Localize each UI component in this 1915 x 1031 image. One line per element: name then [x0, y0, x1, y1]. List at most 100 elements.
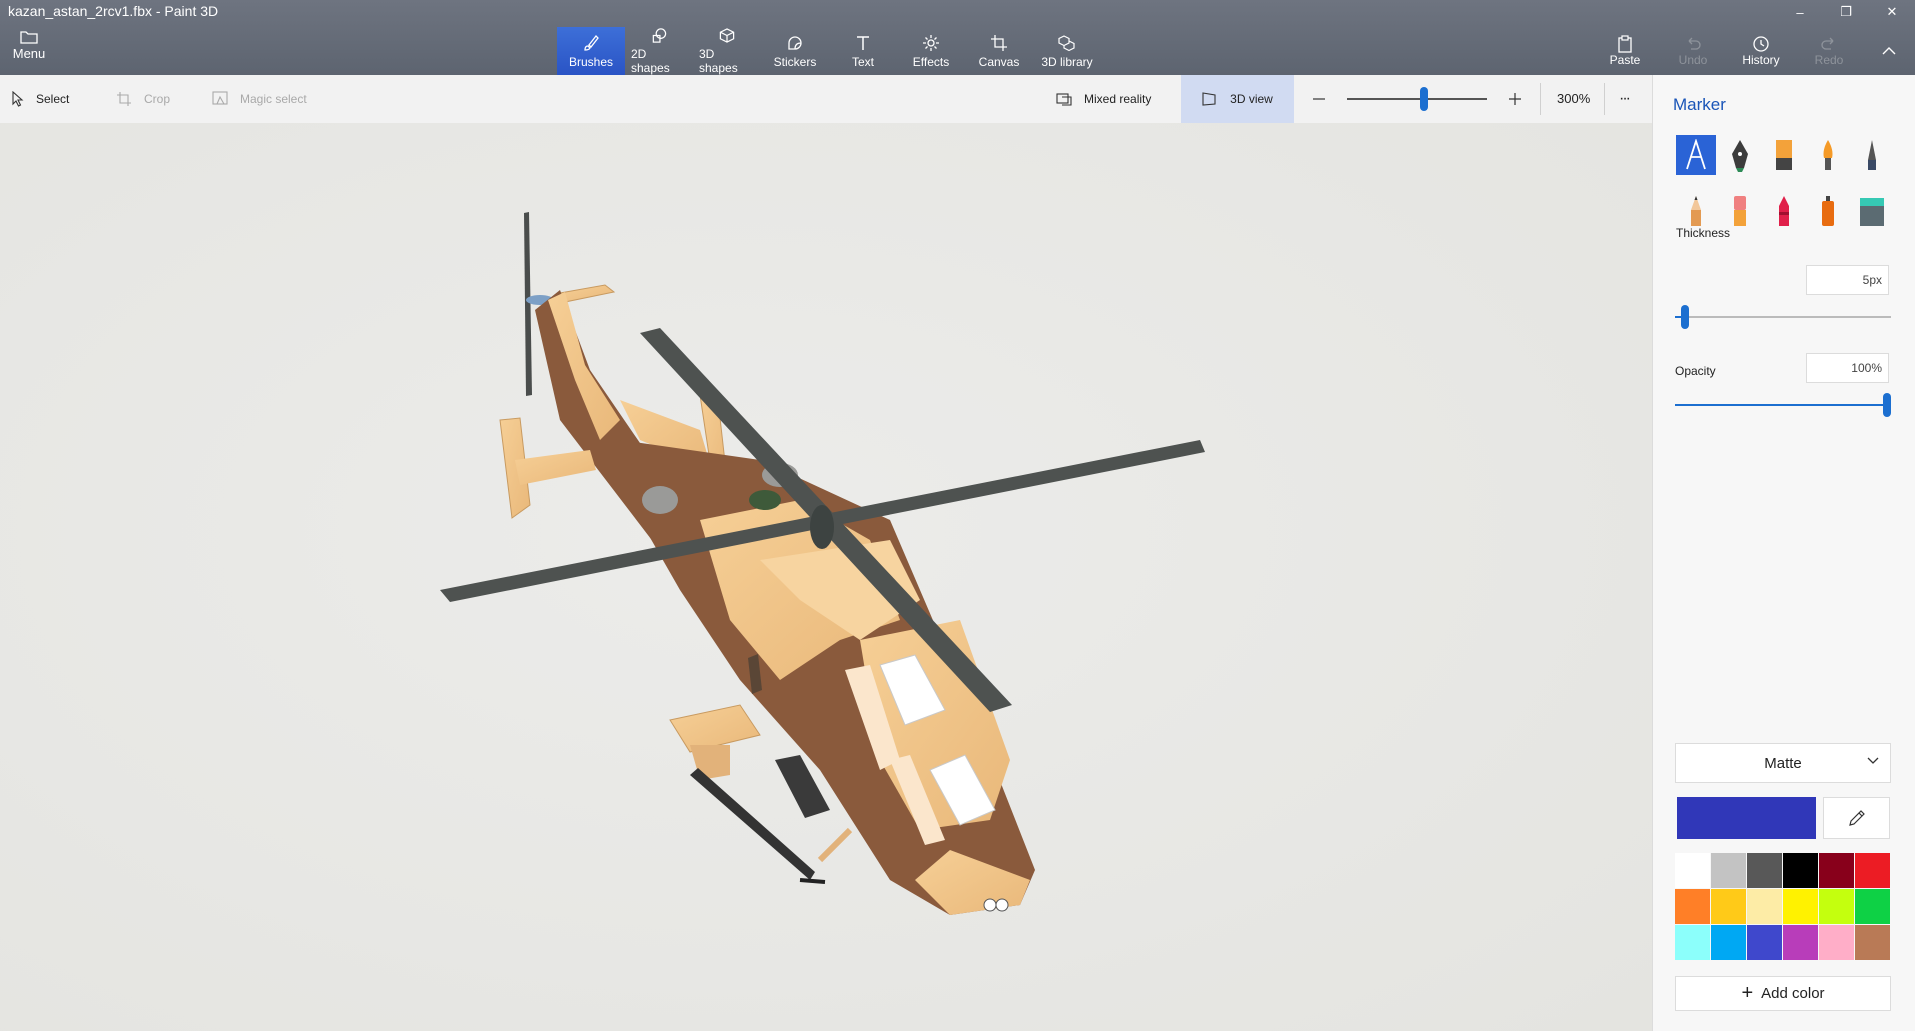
menu-label: Menu [12, 46, 46, 61]
color-swatch[interactable] [1783, 889, 1818, 924]
color-swatch[interactable] [1855, 889, 1890, 924]
paste-button[interactable]: Paste [1591, 27, 1659, 75]
chevron-down-icon [1867, 757, 1879, 764]
current-color-swatch[interactable] [1677, 797, 1816, 839]
zoom-out-button[interactable] [1312, 75, 1338, 123]
thickness-value[interactable]: 5px [1806, 265, 1889, 295]
crop-button[interactable]: Crop [116, 75, 170, 123]
eyedropper-button[interactable] [1823, 797, 1890, 839]
folder-icon [20, 31, 38, 44]
magic-select-icon [212, 91, 228, 105]
tab-label: Brushes [568, 54, 614, 69]
brush-pencil[interactable] [1676, 191, 1716, 231]
magic-select-button[interactable]: Magic select [212, 75, 307, 123]
tab-label: Text [851, 54, 874, 69]
zoom-in-button[interactable] [1508, 75, 1534, 123]
plus-icon: + [1741, 982, 1754, 1004]
brush-watercolor[interactable] [1808, 135, 1848, 175]
finish-dropdown[interactable]: Matte [1675, 743, 1891, 783]
brush-calligraphy-pen[interactable] [1720, 135, 1760, 175]
minimize-button[interactable]: – [1777, 0, 1823, 24]
color-swatch[interactable] [1783, 853, 1818, 888]
tab-2d-shapes[interactable]: 2D shapes [625, 27, 693, 75]
brush-fill[interactable] [1852, 191, 1892, 231]
crayon-icon [1779, 196, 1789, 226]
color-swatch[interactable] [1819, 889, 1854, 924]
more-options-button[interactable]: ··· [1619, 75, 1631, 123]
3d-view-toggle[interactable]: 3D view [1181, 75, 1294, 123]
color-swatch[interactable] [1711, 853, 1746, 888]
collapse-ribbon-button[interactable] [1863, 27, 1915, 75]
marker-icon [1686, 139, 1706, 170]
thickness-label: Thickness [1676, 226, 1731, 240]
canvas-icon [991, 34, 1007, 51]
zoom-value[interactable]: 300% [1557, 91, 1590, 106]
pencil-icon [1691, 196, 1701, 226]
zoom-slider-track[interactable] [1347, 98, 1487, 100]
tab-label: 3D shapes [699, 47, 738, 75]
color-swatch[interactable] [1819, 925, 1854, 960]
opacity-slider-thumb[interactable] [1883, 393, 1891, 417]
restore-button[interactable]: ❐ [1823, 0, 1869, 24]
effects-icon [923, 34, 939, 51]
redo-icon [1821, 37, 1834, 50]
color-swatch[interactable] [1711, 925, 1746, 960]
brush-oil[interactable] [1764, 135, 1804, 175]
add-color-button[interactable]: + Add color [1675, 976, 1891, 1011]
fill-icon [1860, 198, 1884, 226]
brush-pixel-pen[interactable] [1852, 135, 1892, 175]
tool-tabs: Brushes 2D shapes 3D shapes Stickers Tex… [557, 27, 1101, 75]
redo-label: Redo [1814, 53, 1844, 67]
tab-canvas[interactable]: Canvas [965, 27, 1033, 75]
canvas-area[interactable] [0, 123, 1652, 1031]
tab-text[interactable]: Text [829, 27, 897, 75]
color-swatch[interactable] [1855, 925, 1890, 960]
menu-button[interactable]: Menu [8, 30, 50, 70]
paste-label: Paste [1609, 53, 1641, 67]
opacity-value[interactable]: 100% [1806, 353, 1889, 383]
select-button[interactable]: Select [12, 75, 69, 123]
color-swatch[interactable] [1675, 925, 1710, 960]
thickness-slider-thumb[interactable] [1681, 305, 1690, 329]
color-swatch[interactable] [1675, 889, 1710, 924]
watercolor-icon [1823, 140, 1833, 170]
color-swatch[interactable] [1747, 853, 1782, 888]
color-swatch[interactable] [1819, 853, 1854, 888]
brush-eraser[interactable] [1720, 191, 1760, 231]
cursor-icon [12, 91, 24, 107]
tab-effects[interactable]: Effects [897, 27, 965, 75]
pixel-pen-icon [1868, 140, 1876, 170]
brush-marker[interactable] [1676, 135, 1716, 175]
brush-crayon[interactable] [1764, 191, 1804, 231]
undo-button[interactable]: Undo [1659, 27, 1727, 75]
panel-title: Marker [1673, 95, 1726, 114]
3d-shapes-icon [719, 28, 735, 43]
helicopter-model[interactable] [0, 123, 1652, 1031]
zoom-slider-thumb[interactable] [1419, 87, 1428, 111]
tab-label: Stickers [773, 54, 817, 69]
mixed-reality-icon [1056, 93, 1072, 106]
color-swatch[interactable] [1675, 853, 1710, 888]
mixed-reality-button[interactable]: Mixed reality [1056, 75, 1151, 123]
color-swatch[interactable] [1855, 853, 1890, 888]
calligraphy-pen-icon [1732, 140, 1748, 172]
spray-can-icon [1822, 196, 1834, 226]
tab-3d-shapes[interactable]: 3D shapes [693, 27, 761, 75]
color-swatch[interactable] [1711, 889, 1746, 924]
eraser-icon [1734, 196, 1746, 226]
history-button[interactable]: History [1727, 27, 1795, 75]
chevron-up-icon [1882, 47, 1896, 55]
tab-3d-library[interactable]: 3D library [1033, 27, 1101, 75]
brush-spray-can[interactable] [1808, 191, 1848, 231]
color-swatch[interactable] [1747, 889, 1782, 924]
redo-button[interactable]: Redo [1795, 27, 1863, 75]
thickness-slider-track[interactable] [1675, 316, 1891, 318]
tab-brushes[interactable]: Brushes [557, 27, 625, 75]
tab-stickers[interactable]: Stickers [761, 27, 829, 75]
brush-grid [1676, 135, 1892, 231]
tab-label: Effects [912, 54, 950, 69]
color-swatch[interactable] [1747, 925, 1782, 960]
tab-label: Canvas [978, 54, 1020, 69]
color-swatch[interactable] [1783, 925, 1818, 960]
close-button[interactable]: ✕ [1869, 0, 1915, 24]
